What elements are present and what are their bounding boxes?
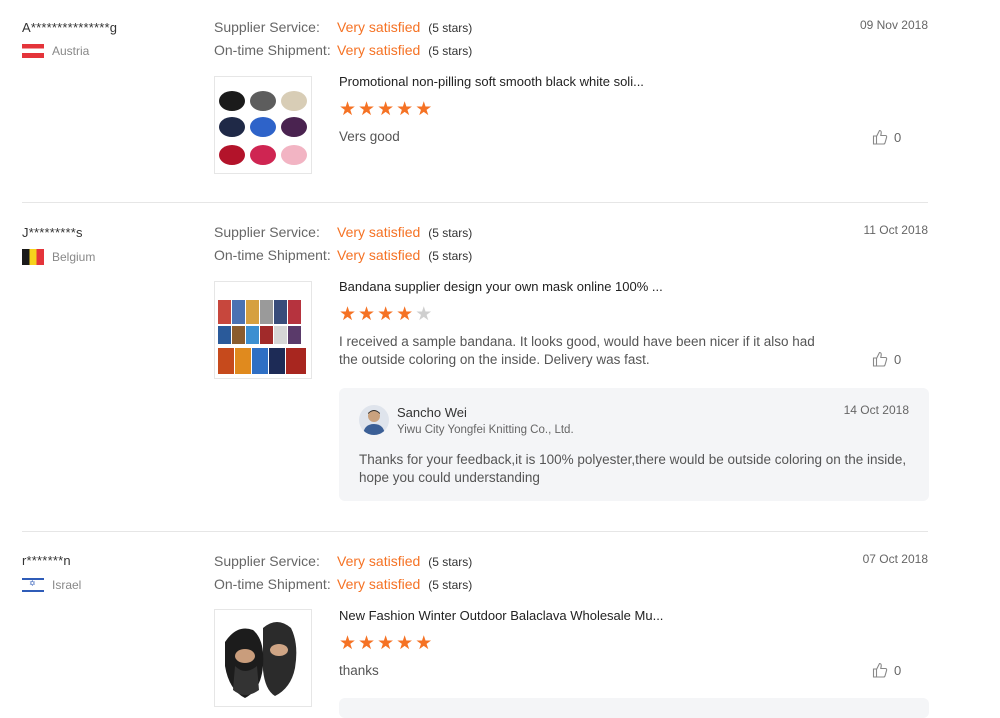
review-comment: thanks — [339, 663, 379, 678]
review-date: 09 Nov 2018 — [859, 18, 928, 32]
like-count: 0 — [894, 351, 902, 367]
neck-gaiters-image — [215, 77, 311, 173]
country-name: Austria — [52, 44, 90, 58]
star-filled-icon: ★ — [377, 633, 395, 654]
star-filled-icon: ★ — [396, 633, 414, 654]
austria-flag-icon — [22, 44, 44, 58]
buyer-name: r*******n — [22, 553, 71, 568]
ontime-shipment-rating: On-time Shipment: Very satisfied (5 star… — [214, 576, 472, 592]
country-name: Israel — [52, 578, 82, 592]
star-empty-icon: ★ — [415, 304, 433, 325]
product-thumbnail[interactable] — [214, 609, 312, 707]
like-count: 0 — [894, 129, 902, 145]
product-thumbnail[interactable] — [214, 281, 312, 379]
like-count: 0 — [894, 662, 902, 678]
thumbs-up-icon — [872, 351, 888, 367]
review-stars: ★ ★ ★ ★ ★ — [339, 100, 432, 120]
bandana-masks-image — [215, 282, 311, 378]
ontime-shipment-rating: On-time Shipment: Very satisfied (5 star… — [214, 247, 472, 263]
supplier-avatar — [359, 405, 389, 435]
supplier-reply: Sancho Wei Yiwu City Yongfei Knitting Co… — [339, 388, 929, 501]
star-filled-icon: ★ — [377, 99, 395, 120]
review-comment: Vers good — [339, 129, 400, 144]
ontime-shipment-label: On-time Shipment: — [214, 576, 331, 592]
supplier-service-stars: (5 stars) — [428, 555, 473, 569]
review-stars: ★ ★ ★ ★ ★ — [339, 634, 432, 654]
product-title-link[interactable]: New Fashion Winter Outdoor Balaclava Who… — [339, 608, 663, 623]
supplier-service-value: Very satisfied — [337, 553, 421, 569]
review-date: 11 Oct 2018 — [863, 223, 929, 237]
israel-flag-icon — [22, 578, 44, 592]
supplier-service-label: Supplier Service: — [214, 19, 320, 35]
star-filled-icon: ★ — [339, 633, 357, 654]
buyer-name: J*********s — [22, 225, 83, 240]
star-filled-icon: ★ — [415, 99, 433, 120]
supplier-service-stars: (5 stars) — [428, 226, 473, 240]
ontime-shipment-value: Very satisfied — [337, 42, 421, 58]
star-filled-icon: ★ — [358, 99, 376, 120]
supplier-rep-name: Sancho Wei — [397, 405, 467, 420]
star-filled-icon: ★ — [358, 304, 376, 325]
review-stars: ★ ★ ★ ★ ★ — [339, 305, 432, 325]
buyer-name: A***************g — [22, 20, 118, 35]
supplier-service-value: Very satisfied — [337, 224, 421, 240]
reply-text: Thanks for your feedback,it is 100% poly… — [359, 452, 907, 485]
ontime-shipment-rating: On-time Shipment: Very satisfied (5 star… — [214, 42, 472, 58]
star-filled-icon: ★ — [377, 304, 395, 325]
ontime-shipment-label: On-time Shipment: — [214, 42, 331, 58]
like-button[interactable]: 0 — [872, 351, 901, 367]
star-filled-icon: ★ — [358, 633, 376, 654]
supplier-company[interactable]: Yiwu City Yongfei Knitting Co., Ltd. — [397, 424, 574, 436]
review-divider — [22, 531, 928, 532]
supplier-service-rating: Supplier Service: Very satisfied (5 star… — [214, 553, 472, 569]
thumbs-up-icon — [872, 662, 888, 678]
supplier-service-rating: Supplier Service: Very satisfied (5 star… — [214, 224, 472, 240]
buyer-country: Belgium — [22, 249, 95, 265]
avatar-icon — [359, 405, 389, 435]
review-date: 07 Oct 2018 — [862, 552, 928, 566]
review-divider — [22, 202, 928, 203]
like-button[interactable]: 0 — [872, 129, 901, 145]
ontime-shipment-label: On-time Shipment: — [214, 247, 331, 263]
supplier-service-value: Very satisfied — [337, 19, 421, 35]
belgium-flag-icon — [22, 249, 44, 265]
ontime-shipment-stars: (5 stars) — [428, 578, 473, 592]
thumbs-up-icon — [872, 129, 888, 145]
star-filled-icon: ★ — [339, 99, 357, 120]
supplier-reply — [339, 698, 929, 718]
buyer-country: Israel — [22, 578, 81, 592]
review-comment: I received a sample bandana. It looks go… — [339, 334, 815, 367]
buyer-country: Austria — [22, 44, 89, 58]
supplier-service-label: Supplier Service: — [214, 553, 320, 569]
supplier-service-stars: (5 stars) — [428, 21, 473, 35]
product-title-link[interactable]: Bandana supplier design your own mask on… — [339, 279, 663, 294]
supplier-service-rating: Supplier Service: Very satisfied (5 star… — [214, 19, 472, 35]
ontime-shipment-value: Very satisfied — [337, 247, 421, 263]
ontime-shipment-value: Very satisfied — [337, 576, 421, 592]
supplier-service-label: Supplier Service: — [214, 224, 320, 240]
product-title-link[interactable]: Promotional non-pilling soft smooth blac… — [339, 74, 644, 89]
reply-date: 14 Oct 2018 — [843, 403, 909, 417]
like-button[interactable]: 0 — [872, 662, 901, 678]
star-filled-icon: ★ — [339, 304, 357, 325]
balaclava-image — [215, 610, 311, 706]
product-thumbnail[interactable] — [214, 76, 312, 174]
ontime-shipment-stars: (5 stars) — [428, 249, 473, 263]
star-filled-icon: ★ — [396, 99, 414, 120]
country-name: Belgium — [52, 250, 96, 264]
star-filled-icon: ★ — [396, 304, 414, 325]
ontime-shipment-stars: (5 stars) — [428, 44, 473, 58]
star-filled-icon: ★ — [415, 633, 433, 654]
